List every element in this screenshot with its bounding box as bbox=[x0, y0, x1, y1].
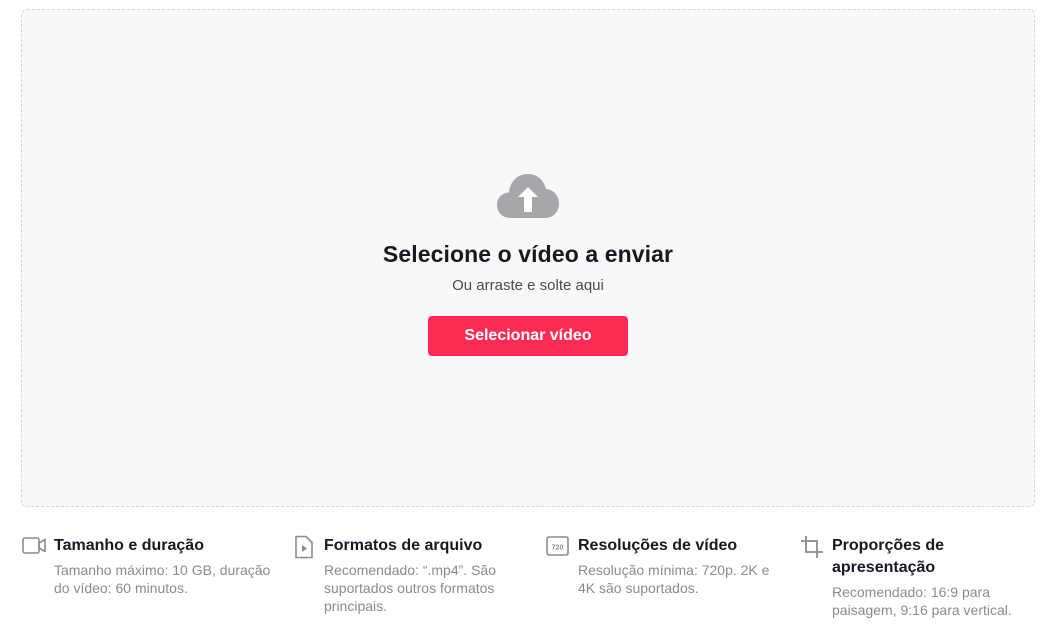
cloud-upload-icon bbox=[497, 174, 559, 218]
upload-page: Selecione o vídeo a enviar Ou arraste e … bbox=[0, 0, 1056, 638]
info-title: Formatos de arquivo bbox=[324, 537, 483, 554]
info-description: Recomendado: “.mp4”. São suportados outr… bbox=[324, 562, 496, 614]
info-title: Tamanho e duração bbox=[54, 537, 204, 554]
resolution-720-icon: 720 bbox=[546, 536, 569, 556]
info-description: Recomendado: 16:9 para paisagem, 9:16 pa… bbox=[832, 584, 1012, 618]
info-description: Tamanho máximo: 10 GB, duração do vídeo:… bbox=[54, 562, 271, 596]
resolution-icon-text: 720 bbox=[552, 545, 564, 552]
info-title: Resoluções de vídeo bbox=[578, 537, 738, 554]
upload-title: Selecione o vídeo a enviar bbox=[382, 241, 674, 267]
crop-icon bbox=[801, 536, 823, 558]
video-camera-icon bbox=[22, 537, 46, 554]
info-title: Proporções de apresentação bbox=[832, 537, 945, 576]
video-file-icon bbox=[295, 535, 313, 559]
info-description: Resolução mínima: 720p. 2K e 4K são supo… bbox=[578, 562, 770, 596]
upload-subtitle: Ou arraste e solte aqui bbox=[452, 277, 604, 294]
select-video-button[interactable]: Selecionar vídeo bbox=[428, 316, 628, 356]
